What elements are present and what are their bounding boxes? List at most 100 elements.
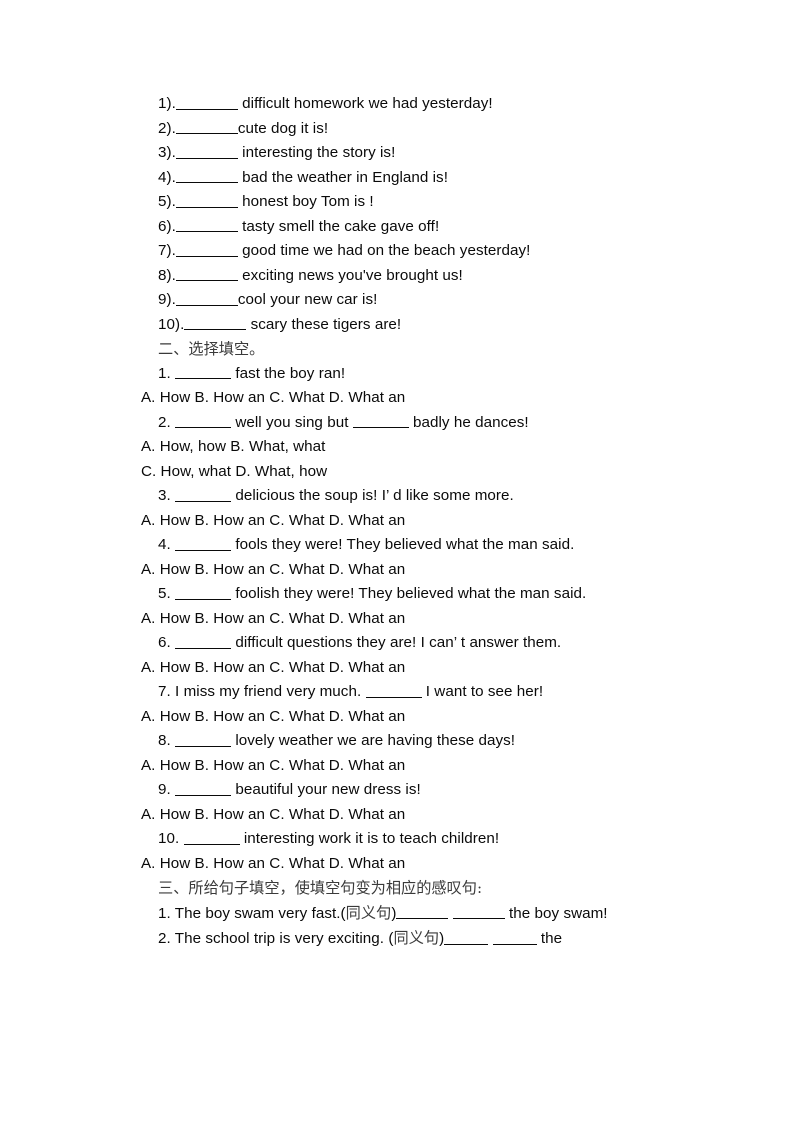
item-number: 9). <box>158 291 176 308</box>
section-two-question: 7. I miss my friend very much. I want to… <box>141 680 684 705</box>
item-number: 10). <box>158 315 185 333</box>
section-two: 二、选择填空。 1. fast the boy ran! A. How B. H… <box>141 337 684 876</box>
section-one-item: 4). bad the weather in England is! <box>141 166 684 191</box>
fill-in-blank[interactable] <box>444 929 489 945</box>
item-number: 6). <box>158 217 176 235</box>
fill-in-blank[interactable] <box>175 633 232 649</box>
question-post: I want to see her! <box>421 683 544 700</box>
item-cn-note: 同义句 <box>393 929 440 947</box>
section-one-item: 6). tasty smell the cake gave off! <box>141 215 684 240</box>
fill-in-blank[interactable] <box>175 780 232 796</box>
section-three-item: 2. The school trip is very exciting. (同义… <box>141 926 684 952</box>
item-text: exciting news you've brought us! <box>237 266 463 284</box>
section-one-item: 1). difficult homework we had yesterday! <box>141 92 684 117</box>
section-two-question: 6. difficult questions they are! I can’ … <box>141 631 684 656</box>
item-number: 3). <box>158 144 176 161</box>
question-number: 8. <box>158 732 171 749</box>
question-number: 9. <box>158 781 171 798</box>
question-post: fast the boy ran! <box>231 364 346 382</box>
fill-in-blank[interactable] <box>175 266 238 282</box>
answer-options[interactable]: A. How B. How an C. What D. What an <box>141 705 684 730</box>
fill-in-blank[interactable] <box>352 413 409 429</box>
item-number: 1. <box>158 904 171 922</box>
fill-in-blank[interactable] <box>175 584 232 600</box>
section-one-item: 8). exciting news you've brought us! <box>141 264 684 289</box>
question-post: badly he dances! <box>408 413 529 431</box>
answer-options[interactable]: A. How B. How an C. What D. What an <box>141 386 684 411</box>
question-number: 7. <box>158 683 171 700</box>
item-text: interesting the story is! <box>237 144 396 161</box>
answer-options[interactable]: A. How B. How an C. What D. What an <box>141 852 684 877</box>
fill-in-blank[interactable] <box>452 904 505 920</box>
item-text: honest boy Tom is ! <box>237 193 374 210</box>
section-one-item: 9). cool your new car is! <box>141 288 684 313</box>
question-post: fools they were! They believed what the … <box>231 536 575 553</box>
fill-in-blank[interactable] <box>175 168 238 184</box>
fill-in-blank[interactable] <box>492 929 537 945</box>
question-post: delicious the soup is! I’ d like some mo… <box>231 487 514 504</box>
fill-in-blank[interactable] <box>175 143 238 159</box>
question-mid: well you sing but <box>231 413 353 431</box>
question-pre: I miss my friend very much. <box>170 683 366 700</box>
question-number: 10. <box>158 830 180 847</box>
item-text: bad the weather in England is! <box>237 168 448 186</box>
question-number: 5. <box>158 585 171 602</box>
answer-options[interactable]: A. How B. How an C. What D. What an <box>141 656 684 681</box>
fill-in-blank[interactable] <box>175 241 238 257</box>
question-number: 6. <box>158 634 171 651</box>
section-two-question: 5. foolish they were! They believed what… <box>141 582 684 607</box>
fill-in-blank[interactable] <box>175 364 232 380</box>
section-two-heading: 二、选择填空。 <box>158 340 265 358</box>
item-text: good time we had on the beach yesterday! <box>237 242 531 259</box>
fill-in-blank[interactable] <box>184 315 247 331</box>
fill-in-blank[interactable] <box>175 192 238 208</box>
item-pre: The boy swam very fast.( <box>170 904 346 922</box>
item-post: the <box>536 930 563 947</box>
fill-in-blank[interactable] <box>396 904 449 920</box>
fill-in-blank[interactable] <box>175 731 232 747</box>
question-number: 3. <box>158 487 171 504</box>
document-page: 1). difficult homework we had yesterday!… <box>0 0 794 1123</box>
fill-in-blank[interactable] <box>183 829 240 845</box>
fill-in-blank[interactable] <box>175 535 232 551</box>
fill-in-blank[interactable] <box>175 94 238 110</box>
item-number: 2. <box>158 930 171 947</box>
section-one: 1). difficult homework we had yesterday!… <box>141 92 684 337</box>
section-two-question: 9. beautiful your new dress is! <box>141 778 684 803</box>
item-text: difficult homework we had yesterday! <box>237 95 493 112</box>
fill-in-blank[interactable] <box>175 413 232 429</box>
answer-options[interactable]: A. How B. How an C. What D. What an <box>141 558 684 583</box>
item-pre: The school trip is very exciting. ( <box>170 930 394 947</box>
section-two-question: 10. interesting work it is to teach chil… <box>141 827 684 852</box>
item-number: 2). <box>158 119 176 137</box>
item-text: scary these tigers are! <box>246 315 402 333</box>
item-text: cool your new car is! <box>237 291 378 308</box>
item-text: cute dog it is! <box>237 119 329 137</box>
item-number: 4). <box>158 168 176 186</box>
question-post: difficult questions they are! I can’ t a… <box>231 634 562 651</box>
item-number: 8). <box>158 266 176 284</box>
item-number: 7). <box>158 242 176 259</box>
answer-options[interactable]: A. How B. How an C. What D. What an <box>141 607 684 632</box>
answer-options[interactable]: C. How, what D. What, how <box>141 460 684 485</box>
document-body: 1). difficult homework we had yesterday!… <box>141 92 684 952</box>
answer-options[interactable]: A. How B. How an C. What D. What an <box>141 754 684 779</box>
fill-in-blank[interactable] <box>175 290 238 306</box>
question-number: 2. <box>158 413 171 431</box>
item-number: 5). <box>158 193 176 210</box>
section-one-item: 10). scary these tigers are! <box>141 313 684 338</box>
section-one-item: 7). good time we had on the beach yester… <box>141 239 684 264</box>
fill-in-blank[interactable] <box>365 682 422 698</box>
section-three: 三、所给句子填空，使填空句变为相应的感叹句: 1. The boy swam v… <box>141 876 684 952</box>
fill-in-blank[interactable] <box>175 119 238 135</box>
fill-in-blank[interactable] <box>175 486 232 502</box>
fill-in-blank[interactable] <box>175 217 238 233</box>
answer-options[interactable]: A. How, how B. What, what <box>141 435 684 460</box>
item-text: tasty smell the cake gave off! <box>237 217 440 235</box>
question-number: 4. <box>158 536 171 553</box>
answer-options[interactable]: A. How B. How an C. What D. What an <box>141 803 684 828</box>
answer-options[interactable]: A. How B. How an C. What D. What an <box>141 509 684 534</box>
section-one-item: 2). cute dog it is! <box>141 117 684 142</box>
section-three-item: 1. The boy swam very fast.(同义句) the boy … <box>141 901 684 927</box>
section-two-question: 3. delicious the soup is! I’ d like some… <box>141 484 684 509</box>
